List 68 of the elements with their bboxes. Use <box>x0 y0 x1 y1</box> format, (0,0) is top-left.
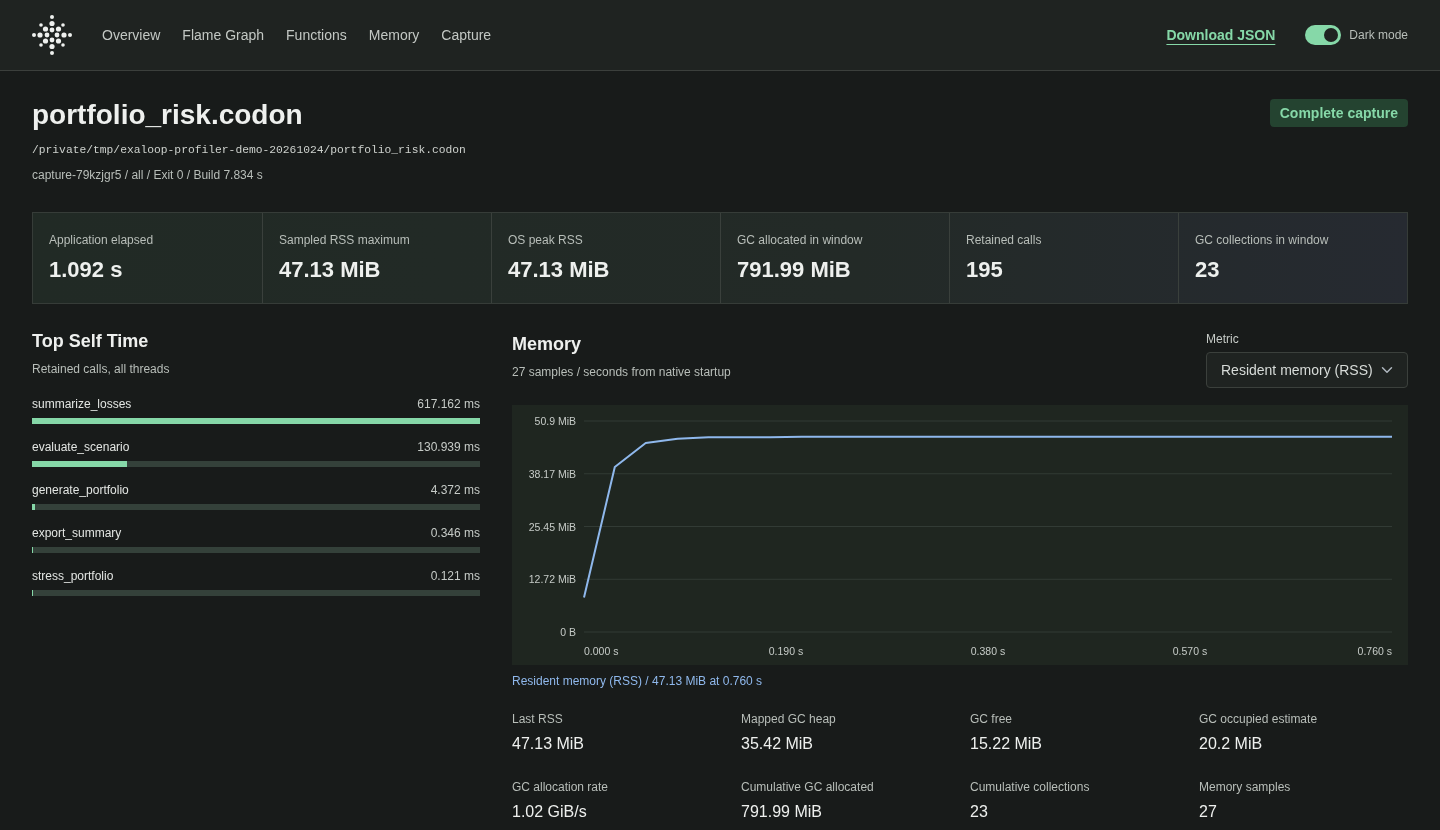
stat-value: 195 <box>966 256 1004 284</box>
nav-link[interactable]: Functions <box>286 25 347 45</box>
nav-link[interactable]: Memory <box>368 25 420 45</box>
x-axis-label: 0.760 s <box>1357 645 1392 657</box>
function-name: evaluate_scenario <box>32 439 130 455</box>
stat-label: Sampled RSS maximum <box>279 232 411 248</box>
self-time: 4.372 ms <box>430 482 480 498</box>
function-name: stress_portfolio <box>32 568 114 584</box>
dark-mode-toggle[interactable] <box>1305 25 1342 45</box>
function-name: export_summary <box>32 525 122 541</box>
stat-value: 35.42 MiB <box>741 734 815 754</box>
chart-caption: Resident memory (RSS) / 47.13 MiB at 0.760 s <box>512 673 764 689</box>
stat-label: Cumulative collections <box>970 779 1091 795</box>
stat-label: Retained calls <box>966 232 1043 248</box>
x-axis-label: 0.190 s <box>768 645 804 657</box>
stat-label: OS peak RSS <box>508 232 584 248</box>
section-subtitle: 27 samples / seconds from native startup <box>512 364 731 380</box>
stat-label: Memory samples <box>1199 779 1292 795</box>
section-title: Top Self Time <box>32 330 150 353</box>
self-time: 0.121 ms <box>430 568 480 584</box>
function-name: summarize_losses <box>32 396 132 412</box>
nav-link[interactable]: Flame Graph <box>182 25 265 45</box>
status-badge: Complete capture <box>1269 99 1408 127</box>
stat-value: 1.02 GiB/s <box>512 802 588 822</box>
stat-value: 23 <box>1195 256 1221 284</box>
stat-label: Cumulative GC allocated <box>741 779 875 795</box>
stat-value: 791.99 MiB <box>741 802 823 822</box>
field-label: Metric <box>1206 331 1240 347</box>
stat-label: GC free <box>970 711 1013 727</box>
y-axis-label: 50.9 MiB <box>534 415 576 427</box>
self-time: 130.939 ms <box>417 439 480 455</box>
nav-link[interactable]: Capture <box>441 25 492 45</box>
dot-cluster-logo-icon <box>32 15 72 55</box>
nav-link[interactable]: Overview <box>102 25 161 45</box>
x-axis-label: 0.570 s <box>1172 645 1208 657</box>
y-axis-label: 38.17 MiB <box>528 467 576 480</box>
section-title: Memory <box>512 333 583 356</box>
x-axis-label: 0.380 s <box>970 645 1006 657</box>
stat-value: 47.13 MiB <box>508 256 611 284</box>
stat-label: GC occupied estimate <box>1199 711 1319 727</box>
x-axis-label: 0.000 s <box>584 645 619 657</box>
stat-value: 15.22 MiB <box>970 734 1044 754</box>
capture-meta: capture-79kzjgr5 / all / Exit 0 / Build 7.834 s <box>32 167 264 183</box>
stat-label: Application elapsed <box>49 232 155 248</box>
section-subtitle: Retained calls, all threads <box>32 361 171 377</box>
y-axis-label: 12.72 MiB <box>528 573 576 586</box>
stat-value: 47.13 MiB <box>512 734 586 754</box>
function-name: generate_portfolio <box>32 482 129 498</box>
stat-label: GC allocation rate <box>512 779 610 795</box>
self-time: 617.162 ms <box>417 396 480 412</box>
stat-label: GC collections in window <box>1195 232 1330 248</box>
download-link[interactable]: Download JSON <box>1166 24 1276 46</box>
toggle-label: Dark mode <box>1349 27 1408 44</box>
stat-value: 47.13 MiB <box>279 256 382 284</box>
stat-value: 23 <box>970 802 989 822</box>
stat-value: 27 <box>1199 802 1218 822</box>
stat-label: Mapped GC heap <box>741 711 837 727</box>
stat-value: 791.99 MiB <box>737 256 852 284</box>
self-time: 0.346 ms <box>430 525 480 541</box>
stat-value: 1.092 s <box>49 256 124 284</box>
file-path: /private/tmp/exaloop-profiler-demo-20261024/portfolio_risk.codon <box>32 143 466 158</box>
y-axis-label: 0 B <box>560 626 576 638</box>
page-title: portfolio_risk.codon <box>32 99 304 131</box>
y-axis-label: 25.45 MiB <box>528 520 576 533</box>
stat-label: GC allocated in window <box>737 232 864 248</box>
metric-select[interactable]: Resident memory (RSS) <box>1206 352 1408 388</box>
stat-value: 20.2 MiB <box>1199 734 1264 754</box>
stat-label: Last RSS <box>512 711 564 727</box>
